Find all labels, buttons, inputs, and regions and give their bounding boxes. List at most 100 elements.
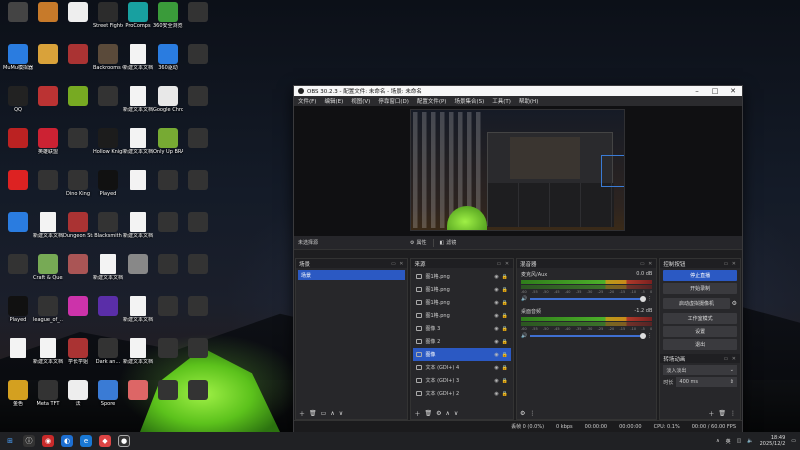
- menu-scene-collection[interactable]: 场景集合(S): [454, 97, 484, 105]
- visibility-eye-icon[interactable]: ◉: [494, 352, 498, 358]
- dock-controls-icon[interactable]: ▭ ✕: [391, 261, 405, 267]
- search-icon[interactable]: ⓘ: [23, 435, 35, 447]
- desktop-icon[interactable]: [183, 254, 213, 275]
- desktop-icon[interactable]: [3, 254, 33, 275]
- source-item[interactable]: 图像 ◉ 🔒: [413, 348, 512, 361]
- desktop-icon[interactable]: [183, 338, 213, 359]
- desktop-icon[interactable]: Google Chrome: [153, 86, 183, 113]
- desktop-icon[interactable]: Meta TFT: [33, 380, 63, 407]
- taskbar-app-obs-icon[interactable]: ●: [118, 435, 130, 447]
- lock-icon[interactable]: 🔒: [502, 378, 508, 384]
- source-item[interactable]: 文本 (GDI+) 4 ◉ 🔒: [413, 361, 511, 374]
- volume-icon[interactable]: 🔈: [747, 438, 753, 444]
- desktop-icon[interactable]: ProComps: [123, 2, 153, 29]
- menu-docks[interactable]: 停靠窗口(D): [378, 97, 409, 105]
- desktop-icon[interactable]: Blacksmith: [93, 212, 123, 239]
- taskbar-clock[interactable]: 18:49 2025/12/2: [760, 435, 786, 447]
- desktop-icon[interactable]: 360驱动: [153, 44, 183, 71]
- start-menu-icon[interactable]: ⊞: [4, 435, 16, 447]
- add-source-icon[interactable]: ＋: [414, 409, 420, 418]
- notification-icon[interactable]: ▭: [791, 438, 796, 444]
- volume-slider-handle[interactable]: [640, 296, 647, 302]
- transition-select[interactable]: 淡入淡出 ⌄: [663, 365, 737, 375]
- source-item[interactable]: 图1格.png ◉ 🔒: [413, 270, 511, 283]
- source-item[interactable]: 图1格.png ◉ 🔒: [413, 283, 511, 296]
- desktop-icon[interactable]: Dino King: [63, 170, 93, 197]
- stop-streaming-button[interactable]: 停止直播: [663, 270, 737, 281]
- source-item[interactable]: 文本 (GDI+) 3 ◉ 🔒: [413, 374, 511, 387]
- lock-icon[interactable]: 🔒: [502, 391, 508, 397]
- menu-view[interactable]: 视图(V): [351, 97, 370, 105]
- duration-spinbox[interactable]: 400 ms ⇕: [676, 377, 737, 387]
- source-item[interactable]: 图像 3 ◉ 🔒: [413, 322, 511, 335]
- desktop-icon[interactable]: [33, 86, 63, 107]
- desktop-icon[interactable]: 新建文本文档: [123, 86, 153, 113]
- volume-slider[interactable]: [530, 296, 647, 302]
- visibility-eye-icon[interactable]: ◉: [494, 391, 498, 397]
- desktop-icon[interactable]: [63, 254, 93, 275]
- desktop-icon[interactable]: 新建文本文档: [123, 212, 153, 239]
- desktop-icon[interactable]: [183, 86, 213, 107]
- desktop-icon[interactable]: [153, 338, 183, 359]
- desktop-icon[interactable]: 法: [63, 380, 93, 407]
- exit-button[interactable]: 退出: [663, 339, 737, 350]
- move-up-icon[interactable]: ∧: [446, 410, 450, 417]
- desktop-icon[interactable]: Played: [93, 170, 123, 197]
- desktop-icon[interactable]: 新建文本文档: [33, 338, 63, 365]
- desktop-icon[interactable]: 新建文本文档: [33, 212, 63, 239]
- desktop-icon[interactable]: 金色: [3, 380, 33, 407]
- source-properties-icon[interactable]: ⚙: [436, 410, 441, 417]
- desktop-icon[interactable]: [3, 212, 33, 233]
- desktop-icon[interactable]: [183, 44, 213, 65]
- dock-controls-icon[interactable]: ▭ ✕: [640, 261, 654, 267]
- studio-mode-button[interactable]: 工作室模式: [663, 313, 737, 324]
- desktop-icon[interactable]: [153, 254, 183, 275]
- volume-slider-handle[interactable]: [640, 333, 647, 339]
- desktop-icon[interactable]: [63, 296, 93, 317]
- settings-button[interactable]: 设置: [663, 326, 737, 337]
- desktop-icon[interactable]: Played: [3, 296, 33, 323]
- lock-icon[interactable]: 🔒: [502, 365, 508, 371]
- start-virtual-camera-button[interactable]: 启动虚拟摄像机: [663, 298, 730, 309]
- minimize-icon[interactable]: –: [688, 87, 706, 95]
- desktop-icon[interactable]: Craft & Quests: [33, 254, 63, 281]
- properties-button[interactable]: ⚙ 属性: [410, 239, 427, 247]
- add-transition-icon[interactable]: ＋: [708, 409, 714, 418]
- desktop-icon[interactable]: 新建文本文档: [123, 296, 153, 323]
- menu-tools[interactable]: 工具(T): [492, 97, 511, 105]
- visibility-eye-icon[interactable]: ◉: [494, 326, 498, 332]
- move-down-icon[interactable]: ∨: [339, 410, 343, 417]
- dock-controls-icon[interactable]: ▭ ✕: [497, 261, 511, 267]
- visibility-eye-icon[interactable]: ◉: [494, 300, 498, 306]
- add-scene-icon[interactable]: ＋: [299, 409, 305, 418]
- desktop-icon[interactable]: 新建文本文档: [123, 44, 153, 71]
- close-icon[interactable]: ✕: [724, 87, 742, 95]
- desktop-icon[interactable]: Hollow Knight: [93, 128, 123, 155]
- channel-menu-icon[interactable]: ⋮: [647, 333, 652, 339]
- network-icon[interactable]: ◫: [737, 438, 742, 444]
- desktop-icon[interactable]: [123, 170, 153, 191]
- lock-icon[interactable]: 🔒: [502, 274, 508, 280]
- desktop-icon[interactable]: [63, 2, 93, 23]
- desktop-icon[interactable]: [33, 2, 63, 23]
- menu-file[interactable]: 文件(F): [298, 97, 316, 105]
- desktop-icon[interactable]: [153, 170, 183, 191]
- desktop-icon[interactable]: 学长学姐: [63, 338, 93, 365]
- remove-transition-icon[interactable]: 🗑: [718, 410, 726, 417]
- desktop-icon[interactable]: [33, 170, 63, 191]
- desktop-icon[interactable]: MuMu模拟器: [3, 44, 33, 71]
- desktop-icon[interactable]: [123, 380, 153, 401]
- obs-window[interactable]: OBS 30.2.3 - 配置文件: 未命名 - 场景: 未命名 – □ ✕ 文…: [293, 85, 743, 433]
- taskbar-app-browser-icon[interactable]: e: [80, 435, 92, 447]
- lock-icon[interactable]: 🔒: [502, 339, 508, 345]
- desktop-icon[interactable]: [183, 170, 213, 191]
- desktop-icon[interactable]: QQ: [3, 86, 33, 113]
- desktop-icon[interactable]: [33, 44, 63, 65]
- desktop-icon[interactable]: league_of_...: [33, 296, 63, 323]
- desktop-icon[interactable]: 360安全浏览器: [153, 2, 183, 29]
- maximize-icon[interactable]: □: [706, 87, 724, 95]
- taskbar-app-game-icon[interactable]: ◆: [99, 435, 111, 447]
- volume-slider[interactable]: [530, 333, 647, 339]
- virtual-camera-settings-icon[interactable]: ⚙: [732, 300, 737, 307]
- desktop-icon[interactable]: [63, 86, 93, 107]
